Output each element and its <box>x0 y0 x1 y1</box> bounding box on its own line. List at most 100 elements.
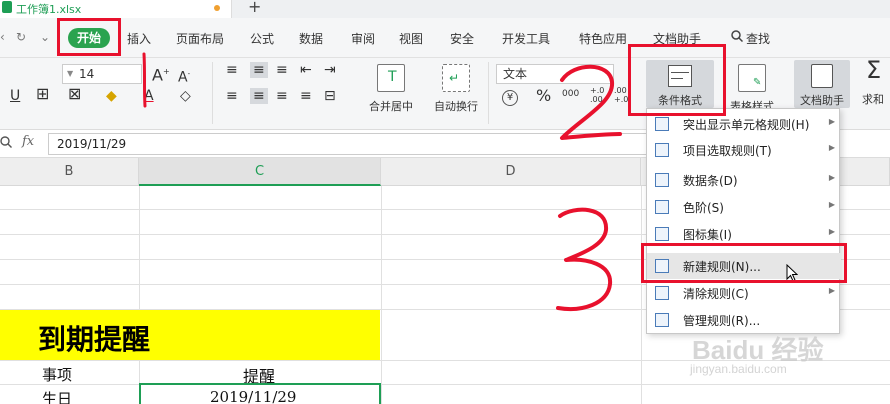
chevron-right-icon: ▶ <box>828 173 835 182</box>
quick-access-more-icon[interactable]: ⌄ <box>40 30 50 44</box>
manage-rules-icon <box>655 313 669 327</box>
distribute-icon[interactable]: ⊟ <box>324 88 336 104</box>
header-item-cell[interactable]: 事项 <box>42 364 72 385</box>
eraser-icon[interactable]: ◇ <box>180 88 191 104</box>
wrap-text-button[interactable]: ↵ 自动换行 <box>428 64 484 124</box>
title-bar: 工作簿1.xlsx + <box>0 0 890 18</box>
annotation-box-conditional-format <box>628 44 726 116</box>
table-style-icon: ✎ <box>738 64 766 92</box>
menu-item-data-bars[interactable]: 数据条(D) ▶ <box>647 167 841 193</box>
chevron-down-icon: ▼ <box>67 69 74 78</box>
spreadsheet-file-icon <box>2 1 12 13</box>
tab-review[interactable]: 审阅 <box>351 30 375 47</box>
chevron-right-icon: ▶ <box>828 286 835 295</box>
menu-item-label: 色阶(S) <box>683 201 724 215</box>
menu-item-label: 清除规则(C) <box>683 287 749 301</box>
align-center-icon[interactable]: ≡ <box>250 88 268 104</box>
banner-title: 到期提醒 <box>38 323 151 356</box>
menu-item-label: 项目选取规则(T) <box>683 144 772 158</box>
color-scales-icon <box>655 200 669 214</box>
increase-font-icon[interactable]: A+ <box>152 64 170 83</box>
fill-color-icon[interactable]: ◆ <box>106 88 117 104</box>
clear-rules-icon <box>655 286 669 300</box>
percent-icon[interactable]: % <box>536 88 551 104</box>
tab-formula[interactable]: 公式 <box>250 30 274 47</box>
menu-item-clear-rules[interactable]: 清除规则(C) ▶ <box>647 280 841 306</box>
column-line <box>139 186 140 404</box>
search-icon[interactable] <box>731 30 743 42</box>
column-header-b[interactable]: B <box>0 158 139 186</box>
file-tab[interactable]: 工作簿1.xlsx <box>0 0 232 18</box>
number-format-value: 文本 <box>503 67 528 81</box>
column-line <box>641 186 642 404</box>
tab-developer[interactable]: 开发工具 <box>502 30 550 47</box>
wrap-text-label: 自动换行 <box>434 100 478 113</box>
item-cell[interactable]: 生日 <box>42 388 72 404</box>
sum-label[interactable]: 求和 <box>862 92 884 108</box>
tab-special-apps[interactable]: 特色应用 <box>579 30 627 47</box>
decrease-font-icon[interactable]: A- <box>178 66 190 86</box>
merge-center-label: 合并居中 <box>369 100 413 113</box>
menu-item-label: 管理规则(R)... <box>683 314 761 328</box>
menu-item-top-bottom-rules[interactable]: 项目选取规则(T) ▶ <box>647 137 841 163</box>
menu-item-color-scales[interactable]: 色阶(S) ▶ <box>647 194 841 220</box>
tab-insert[interactable]: 插入 <box>127 30 151 47</box>
row-line <box>0 384 890 385</box>
undo-icon[interactable]: ‹ <box>0 30 5 44</box>
wrap-text-icon: ↵ <box>442 64 470 92</box>
decrease-indent-icon[interactable]: ⇤ <box>300 62 312 78</box>
increase-indent-icon[interactable]: ⇥ <box>324 62 336 78</box>
doc-assistant-label: 文档助手 <box>800 94 844 107</box>
chevron-right-icon: ▶ <box>828 117 835 126</box>
divider <box>488 62 489 124</box>
merge-center-button[interactable]: T 合并居中 <box>360 64 422 124</box>
annotation-number-2 <box>560 64 622 140</box>
redo-icon[interactable]: ↻ <box>16 30 26 44</box>
column-header-d[interactable]: D <box>381 158 641 186</box>
reminder-date-cell[interactable]: 2019/11/29 <box>210 388 296 404</box>
fill-pattern-icon[interactable]: ⊠ <box>68 86 81 102</box>
chevron-right-icon: ▶ <box>828 143 835 152</box>
merge-center-icon: T <box>377 64 405 92</box>
watermark-url: jingyan.baidu.com <box>690 362 787 376</box>
wrench-icon <box>811 64 833 88</box>
underline-icon[interactable]: U <box>10 88 20 104</box>
doc-assistant-button[interactable]: 文档助手 <box>794 60 850 108</box>
borders-icon[interactable]: ⊞ <box>36 86 49 102</box>
new-tab-button[interactable]: + <box>248 0 261 16</box>
align-middle-icon[interactable]: ≡ <box>250 62 268 78</box>
font-size-value: 14 <box>79 67 95 81</box>
unsaved-dot-icon <box>214 5 220 11</box>
menu-item-label: 数据条(D) <box>683 174 738 188</box>
currency-icon[interactable]: ¥ <box>502 90 518 106</box>
data-bars-icon <box>655 173 669 187</box>
chevron-right-icon: ▶ <box>828 227 835 236</box>
icon-sets-icon <box>655 227 669 241</box>
annotation-box-new-rule <box>641 243 847 283</box>
align-top-icon[interactable]: ≡ <box>226 62 238 78</box>
align-right-icon[interactable]: ≡ <box>276 88 288 104</box>
sum-icon[interactable]: Σ <box>866 58 881 82</box>
tab-page-layout[interactable]: 页面布局 <box>176 30 224 47</box>
column-header-c[interactable]: C <box>139 158 381 186</box>
column-line <box>381 186 382 404</box>
top-bottom-icon <box>655 143 669 157</box>
zoom-icon[interactable] <box>0 136 12 148</box>
menu-item-label: 突出显示单元格规则(H) <box>683 118 810 132</box>
font-size-select[interactable]: ▼ 14 <box>62 64 142 84</box>
annotation-number-1 <box>142 52 147 108</box>
tab-view[interactable]: 视图 <box>399 30 423 47</box>
tab-search[interactable]: 查找 <box>746 30 770 47</box>
align-bottom-icon[interactable]: ≡ <box>276 62 288 78</box>
align-left-icon[interactable]: ≡ <box>226 88 238 104</box>
chevron-right-icon: ▶ <box>828 200 835 209</box>
annotation-box-start-tab <box>57 18 121 56</box>
justify-icon[interactable]: ≡ <box>300 88 312 104</box>
tab-security[interactable]: 安全 <box>450 30 474 47</box>
function-icon[interactable]: fx <box>22 134 34 149</box>
tab-data[interactable]: 数据 <box>299 30 323 47</box>
divider <box>212 62 213 124</box>
file-name: 工作簿1.xlsx <box>16 3 82 16</box>
menu-item-label: 图标集(I) <box>683 228 732 242</box>
annotation-number-3 <box>556 207 613 311</box>
